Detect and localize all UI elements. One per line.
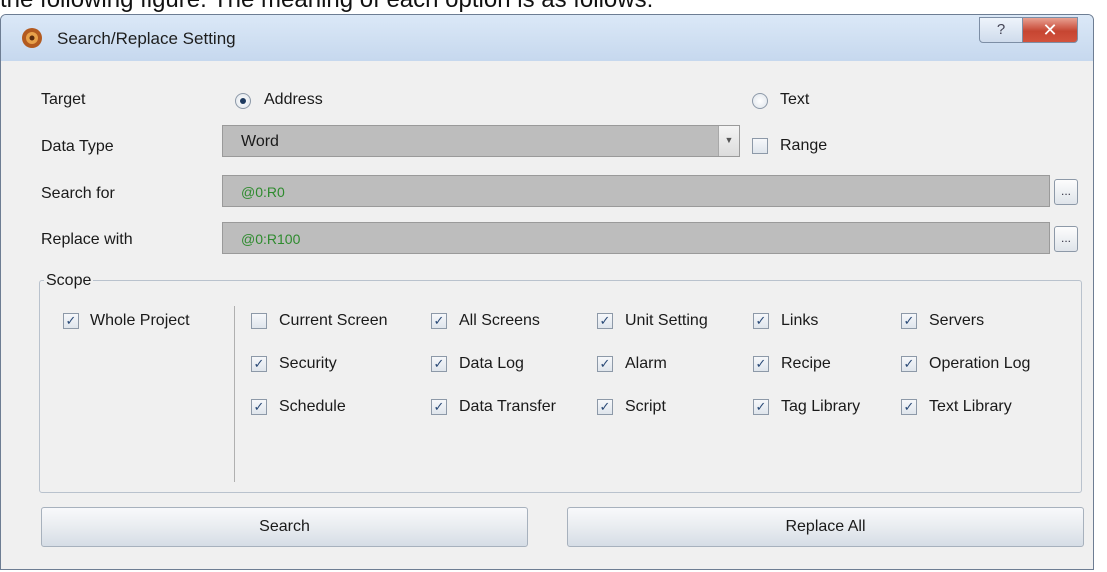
scope-schedule-label[interactable]: Schedule: [279, 398, 346, 416]
close-icon: ✕: [1042, 20, 1058, 40]
scope-legend: Scope: [44, 272, 94, 290]
scope-servers-label[interactable]: Servers: [929, 312, 984, 330]
title-bar: Search/Replace Setting ? ✕: [1, 15, 1093, 61]
search-for-value: @0:R0: [241, 184, 285, 200]
radio-address-label[interactable]: Address: [264, 91, 323, 109]
range-label[interactable]: Range: [780, 137, 827, 155]
scope-data-log-checkbox[interactable]: ✓: [431, 356, 447, 372]
close-button[interactable]: ✕: [1022, 17, 1078, 43]
scope-security-label[interactable]: Security: [279, 355, 337, 373]
scope-text-library-checkbox[interactable]: ✓: [901, 399, 917, 415]
data-type-value: Word: [241, 133, 279, 150]
radio-text[interactable]: [752, 93, 768, 109]
data-type-select[interactable]: Word ▼: [222, 125, 740, 157]
scope-recipe-checkbox[interactable]: ✓: [753, 356, 769, 372]
scope-servers-checkbox[interactable]: ✓: [901, 313, 917, 329]
radio-text-label[interactable]: Text: [780, 91, 809, 109]
scope-data-log-label[interactable]: Data Log: [459, 355, 524, 373]
whole-project-label[interactable]: Whole Project: [90, 312, 190, 330]
replace-with-label: Replace with: [41, 231, 133, 248]
help-button[interactable]: ?: [979, 17, 1023, 43]
scope-group: [39, 280, 1082, 493]
scope-current-screen-label[interactable]: Current Screen: [279, 312, 388, 330]
scope-all-screens-checkbox[interactable]: ✓: [431, 313, 447, 329]
scope-tag-library-label[interactable]: Tag Library: [781, 398, 860, 416]
replace-all-button[interactable]: Replace All: [567, 507, 1084, 547]
scope-alarm-label[interactable]: Alarm: [625, 355, 667, 373]
whole-project-checkbox[interactable]: ✓: [63, 313, 79, 329]
scope-text-library-label[interactable]: Text Library: [929, 398, 1012, 416]
scope-links-label[interactable]: Links: [781, 312, 818, 330]
data-type-label: Data Type: [41, 138, 114, 155]
search-for-browse-button[interactable]: ...: [1054, 179, 1078, 205]
scope-data-transfer-label[interactable]: Data Transfer: [459, 398, 556, 416]
scope-current-screen-checkbox[interactable]: [251, 313, 267, 329]
scope-schedule-checkbox[interactable]: ✓: [251, 399, 267, 415]
scope-operation-log-label[interactable]: Operation Log: [929, 355, 1030, 373]
replace-with-browse-button[interactable]: ...: [1054, 226, 1078, 252]
search-button[interactable]: Search: [41, 507, 528, 547]
search-for-input[interactable]: @0:R0: [222, 175, 1050, 207]
chevron-down-icon[interactable]: ▼: [718, 126, 739, 156]
scope-tag-library-checkbox[interactable]: ✓: [753, 399, 769, 415]
window-title: Search/Replace Setting: [57, 29, 236, 48]
help-icon: ?: [996, 21, 1006, 38]
scope-script-checkbox[interactable]: ✓: [597, 399, 613, 415]
scope-script-label[interactable]: Script: [625, 398, 666, 416]
scope-divider: [234, 306, 235, 482]
scope-alarm-checkbox[interactable]: ✓: [597, 356, 613, 372]
target-label: Target: [41, 91, 86, 108]
scope-data-transfer-checkbox[interactable]: ✓: [431, 399, 447, 415]
app-icon: [22, 28, 42, 48]
scope-operation-log-checkbox[interactable]: ✓: [901, 356, 917, 372]
radio-selected-dot: [240, 98, 246, 104]
search-for-label: Search for: [41, 185, 115, 202]
scope-unit-setting-checkbox[interactable]: ✓: [597, 313, 613, 329]
scope-unit-setting-label[interactable]: Unit Setting: [625, 312, 708, 330]
replace-with-value: @0:R100: [241, 231, 301, 247]
scope-links-checkbox[interactable]: ✓: [753, 313, 769, 329]
replace-with-input[interactable]: @0:R100: [222, 222, 1050, 254]
scope-all-screens-label[interactable]: All Screens: [459, 312, 540, 330]
ellipsis-icon: ...: [1060, 184, 1071, 198]
radio-address[interactable]: [235, 93, 251, 109]
scope-recipe-label[interactable]: Recipe: [781, 355, 831, 373]
ellipsis-icon: ...: [1060, 231, 1071, 245]
scope-security-checkbox[interactable]: ✓: [251, 356, 267, 372]
range-checkbox[interactable]: [752, 138, 768, 154]
